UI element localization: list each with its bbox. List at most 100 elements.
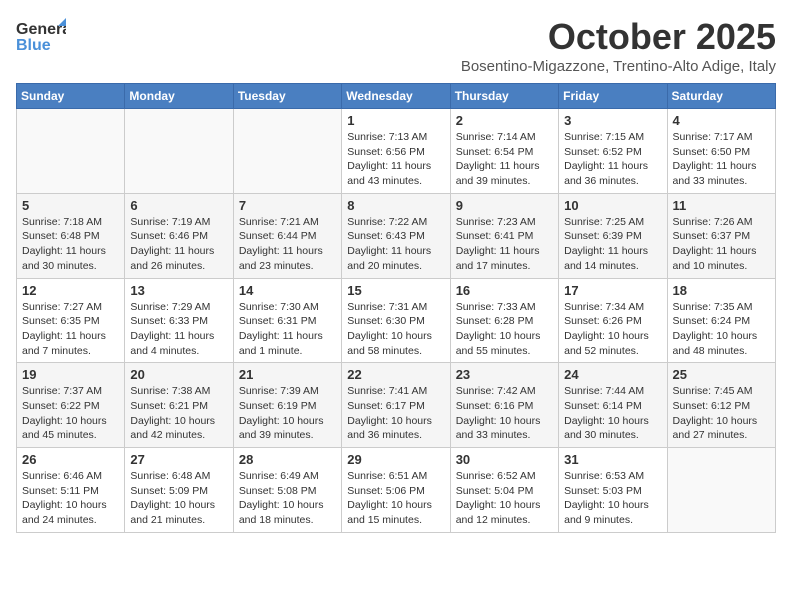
title-block: October 2025 Bosentino-Migazzone, Trenti… — [461, 16, 776, 75]
logo: General Blue — [16, 16, 66, 58]
calendar-cell — [233, 109, 341, 194]
calendar-cell: 11 Sunrise: 7:26 AM Sunset: 6:37 PM Dayli… — [667, 193, 775, 278]
day-info: Sunrise: 7:25 AM Sunset: 6:39 PM Dayligh… — [564, 215, 661, 274]
day-number: 23 — [456, 367, 553, 382]
day-number: 12 — [22, 283, 119, 298]
calendar-cell: 21 Sunrise: 7:39 AM Sunset: 6:19 PM Dayli… — [233, 363, 341, 448]
day-header-row: SundayMondayTuesdayWednesdayThursdayFrid… — [17, 84, 776, 109]
day-of-week-header: Friday — [559, 84, 667, 109]
day-number: 22 — [347, 367, 444, 382]
calendar-cell: 1 Sunrise: 7:13 AM Sunset: 6:56 PM Daylig… — [342, 109, 450, 194]
day-info: Sunrise: 7:23 AM Sunset: 6:41 PM Dayligh… — [456, 215, 553, 274]
calendar-cell: 29 Sunrise: 6:51 AM Sunset: 5:06 PM Dayli… — [342, 448, 450, 533]
day-info: Sunrise: 7:33 AM Sunset: 6:28 PM Dayligh… — [456, 300, 553, 359]
day-info: Sunrise: 7:45 AM Sunset: 6:12 PM Dayligh… — [673, 384, 770, 443]
day-number: 3 — [564, 113, 661, 128]
calendar-cell: 22Sunrise: 7:41 AM Sunset: 6:17 PM Dayli… — [342, 363, 450, 448]
day-number: 26 — [22, 452, 119, 467]
calendar-cell: 20 Sunrise: 7:38 AM Sunset: 6:21 PM Dayli… — [125, 363, 233, 448]
day-number: 1 — [347, 113, 444, 128]
day-info: Sunrise: 7:35 AM Sunset: 6:24 PM Dayligh… — [673, 300, 770, 359]
calendar-cell: 23 Sunrise: 7:42 AM Sunset: 6:16 PM Dayli… — [450, 363, 558, 448]
day-number: 17 — [564, 283, 661, 298]
day-number: 21 — [239, 367, 336, 382]
calendar-cell: 13 Sunrise: 7:29 AM Sunset: 6:33 PM Dayli… — [125, 278, 233, 363]
calendar-cell: 10 Sunrise: 7:25 AM Sunset: 6:39 PM Dayli… — [559, 193, 667, 278]
calendar-cell: 2Sunrise: 7:14 AM Sunset: 6:54 PM Daylig… — [450, 109, 558, 194]
calendar-cell: 6 Sunrise: 7:19 AM Sunset: 6:46 PM Daylig… — [125, 193, 233, 278]
day-of-week-header: Wednesday — [342, 84, 450, 109]
calendar-cell: 18Sunrise: 7:35 AM Sunset: 6:24 PM Dayli… — [667, 278, 775, 363]
logo-icon: General Blue — [16, 16, 66, 58]
day-number: 20 — [130, 367, 227, 382]
day-number: 9 — [456, 198, 553, 213]
day-info: Sunrise: 7:22 AM Sunset: 6:43 PM Dayligh… — [347, 215, 444, 274]
calendar-cell: 12 Sunrise: 7:27 AM Sunset: 6:35 PM Dayli… — [17, 278, 125, 363]
calendar-cell: 27Sunrise: 6:48 AM Sunset: 5:09 PM Dayli… — [125, 448, 233, 533]
calendar-cell: 24 Sunrise: 7:44 AM Sunset: 6:14 PM Dayli… — [559, 363, 667, 448]
calendar-cell: 28Sunrise: 6:49 AM Sunset: 5:08 PM Dayli… — [233, 448, 341, 533]
day-info: Sunrise: 7:30 AM Sunset: 6:31 PM Dayligh… — [239, 300, 336, 359]
svg-text:General: General — [16, 21, 66, 38]
day-number: 8 — [347, 198, 444, 213]
day-number: 31 — [564, 452, 661, 467]
day-of-week-header: Sunday — [17, 84, 125, 109]
day-number: 6 — [130, 198, 227, 213]
day-info: Sunrise: 7:37 AM Sunset: 6:22 PM Dayligh… — [22, 384, 119, 443]
day-info: Sunrise: 6:48 AM Sunset: 5:09 PM Dayligh… — [130, 469, 227, 528]
day-of-week-header: Saturday — [667, 84, 775, 109]
day-info: Sunrise: 6:51 AM Sunset: 5:06 PM Dayligh… — [347, 469, 444, 528]
day-info: Sunrise: 6:53 AM Sunset: 5:03 PM Dayligh… — [564, 469, 661, 528]
calendar-week-row: 19Sunrise: 7:37 AM Sunset: 6:22 PM Dayli… — [17, 363, 776, 448]
day-number: 13 — [130, 283, 227, 298]
month-title: October 2025 — [461, 16, 776, 58]
calendar-cell: 7Sunrise: 7:21 AM Sunset: 6:44 PM Daylig… — [233, 193, 341, 278]
calendar-cell: 8 Sunrise: 7:22 AM Sunset: 6:43 PM Daylig… — [342, 193, 450, 278]
page-header: General Blue October 2025 Bosentino-Miga… — [16, 16, 776, 75]
day-number: 5 — [22, 198, 119, 213]
day-info: Sunrise: 7:17 AM Sunset: 6:50 PM Dayligh… — [673, 130, 770, 189]
calendar-cell — [667, 448, 775, 533]
day-info: Sunrise: 7:21 AM Sunset: 6:44 PM Dayligh… — [239, 215, 336, 274]
calendar-cell: 17Sunrise: 7:34 AM Sunset: 6:26 PM Dayli… — [559, 278, 667, 363]
calendar-cell: 25 Sunrise: 7:45 AM Sunset: 6:12 PM Dayli… — [667, 363, 775, 448]
calendar-cell: 26 Sunrise: 6:46 AM Sunset: 5:11 PM Dayli… — [17, 448, 125, 533]
day-info: Sunrise: 7:31 AM Sunset: 6:30 PM Dayligh… — [347, 300, 444, 359]
calendar-cell: 19Sunrise: 7:37 AM Sunset: 6:22 PM Dayli… — [17, 363, 125, 448]
day-info: Sunrise: 7:29 AM Sunset: 6:33 PM Dayligh… — [130, 300, 227, 359]
calendar-cell: 9 Sunrise: 7:23 AM Sunset: 6:41 PM Daylig… — [450, 193, 558, 278]
day-number: 24 — [564, 367, 661, 382]
calendar-week-row: 26 Sunrise: 6:46 AM Sunset: 5:11 PM Dayli… — [17, 448, 776, 533]
day-number: 29 — [347, 452, 444, 467]
calendar-week-row: 1 Sunrise: 7:13 AM Sunset: 6:56 PM Daylig… — [17, 109, 776, 194]
day-number: 10 — [564, 198, 661, 213]
calendar-cell — [125, 109, 233, 194]
day-info: Sunrise: 7:19 AM Sunset: 6:46 PM Dayligh… — [130, 215, 227, 274]
calendar-cell: 4 Sunrise: 7:17 AM Sunset: 6:50 PM Daylig… — [667, 109, 775, 194]
day-number: 16 — [456, 283, 553, 298]
day-number: 11 — [673, 198, 770, 213]
day-info: Sunrise: 7:27 AM Sunset: 6:35 PM Dayligh… — [22, 300, 119, 359]
day-info: Sunrise: 7:14 AM Sunset: 6:54 PM Dayligh… — [456, 130, 553, 189]
day-info: Sunrise: 7:42 AM Sunset: 6:16 PM Dayligh… — [456, 384, 553, 443]
day-number: 4 — [673, 113, 770, 128]
day-info: Sunrise: 7:38 AM Sunset: 6:21 PM Dayligh… — [130, 384, 227, 443]
calendar-cell: 15Sunrise: 7:31 AM Sunset: 6:30 PM Dayli… — [342, 278, 450, 363]
calendar-cell: 5Sunrise: 7:18 AM Sunset: 6:48 PM Daylig… — [17, 193, 125, 278]
day-info: Sunrise: 7:26 AM Sunset: 6:37 PM Dayligh… — [673, 215, 770, 274]
day-number: 14 — [239, 283, 336, 298]
day-info: Sunrise: 7:39 AM Sunset: 6:19 PM Dayligh… — [239, 384, 336, 443]
day-number: 30 — [456, 452, 553, 467]
calendar-cell: 30Sunrise: 6:52 AM Sunset: 5:04 PM Dayli… — [450, 448, 558, 533]
day-of-week-header: Tuesday — [233, 84, 341, 109]
svg-text:Blue: Blue — [16, 37, 51, 54]
day-info: Sunrise: 7:13 AM Sunset: 6:56 PM Dayligh… — [347, 130, 444, 189]
location: Bosentino-Migazzone, Trentino-Alto Adige… — [461, 58, 776, 75]
day-number: 28 — [239, 452, 336, 467]
day-info: Sunrise: 7:44 AM Sunset: 6:14 PM Dayligh… — [564, 384, 661, 443]
calendar-cell: 14 Sunrise: 7:30 AM Sunset: 6:31 PM Dayli… — [233, 278, 341, 363]
day-number: 25 — [673, 367, 770, 382]
day-info: Sunrise: 7:15 AM Sunset: 6:52 PM Dayligh… — [564, 130, 661, 189]
calendar-cell: 31 Sunrise: 6:53 AM Sunset: 5:03 PM Dayli… — [559, 448, 667, 533]
day-info: Sunrise: 6:46 AM Sunset: 5:11 PM Dayligh… — [22, 469, 119, 528]
